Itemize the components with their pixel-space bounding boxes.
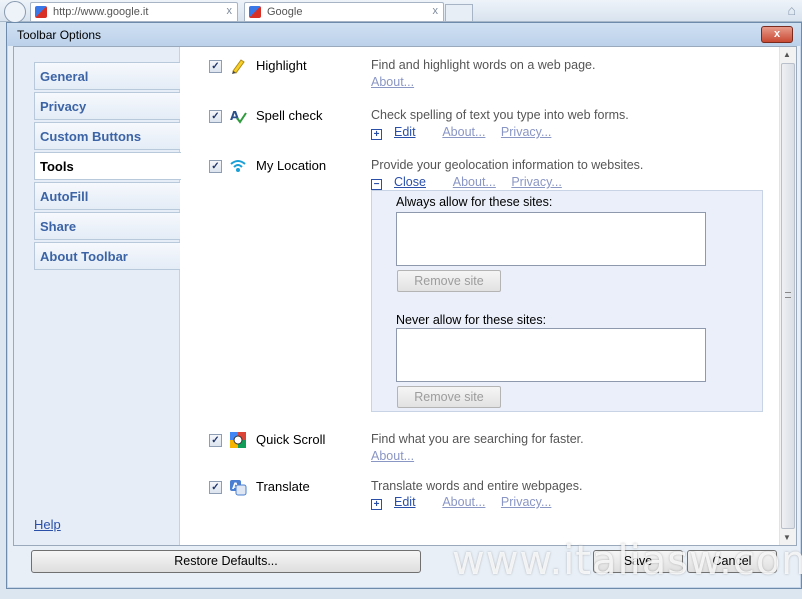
tools-content: ✓ Highlight Find and highlight words on …: [181, 47, 781, 545]
sidebar-item-privacy[interactable]: Privacy: [34, 92, 180, 120]
tool-name: Translate: [256, 479, 310, 494]
about-link[interactable]: About...: [371, 75, 414, 89]
tool-name: My Location: [256, 158, 327, 173]
sidebar-item-share[interactable]: Share: [34, 212, 180, 240]
help-link[interactable]: Help: [34, 517, 61, 532]
browser-tab-strip: http://www.google.it x Google x ⌂: [0, 0, 802, 23]
vertical-scrollbar[interactable]: ▲ ▼: [779, 47, 796, 545]
close-tab-icon[interactable]: x: [433, 5, 439, 17]
sidebar-item-about-toolbar[interactable]: About Toolbar: [34, 242, 180, 270]
home-icon[interactable]: ⌂: [788, 2, 796, 18]
browser-tab-1[interactable]: http://www.google.it x: [30, 2, 238, 22]
tool-links: About...: [371, 449, 426, 463]
location-settings-panel: Always allow for these sites: Remove sit…: [371, 190, 763, 412]
about-link[interactable]: About...: [442, 495, 485, 509]
tool-description: Check spelling of text you type into web…: [371, 108, 629, 122]
edit-link[interactable]: + Edit: [371, 495, 428, 510]
privacy-link[interactable]: Privacy...: [501, 495, 551, 509]
restore-defaults-button[interactable]: Restore Defaults...: [31, 550, 421, 573]
scrollbar-grip-icon: [785, 292, 791, 298]
tool-name: Quick Scroll: [256, 432, 326, 447]
tool-description: Provide your geolocation information to …: [371, 158, 644, 172]
google-favicon-icon: [35, 6, 47, 18]
toolbar-options-dialog: Toolbar Options x General Privacy Custom…: [6, 22, 802, 589]
never-allow-label: Never allow for these sites:: [396, 313, 547, 327]
translate-icon: A: [230, 480, 247, 496]
tool-links: About...: [371, 75, 426, 89]
remove-site-button[interactable]: Remove site: [397, 386, 501, 408]
browser-tab-label: http://www.google.it: [53, 6, 149, 18]
tool-links: − Close About... Privacy...: [371, 175, 574, 190]
close-tab-icon[interactable]: x: [227, 5, 233, 17]
expand-icon: +: [371, 499, 382, 510]
expand-icon: +: [371, 129, 382, 140]
dialog-title: Toolbar Options: [17, 28, 102, 42]
about-link[interactable]: About...: [371, 449, 414, 463]
dialog-titlebar: Toolbar Options x: [7, 23, 801, 46]
spell-check-checkbox[interactable]: ✓: [209, 110, 222, 123]
highlight-checkbox[interactable]: ✓: [209, 60, 222, 73]
google-favicon-icon: [249, 6, 261, 18]
options-sidebar: General Privacy Custom Buttons Tools Aut…: [14, 47, 181, 545]
wifi-location-icon: [230, 160, 246, 172]
tool-links: + Edit About... Privacy...: [371, 125, 563, 140]
always-allow-label: Always allow for these sites:: [396, 195, 553, 209]
tool-description: Find and highlight words on a web page.: [371, 58, 596, 72]
tool-name: Highlight: [256, 58, 307, 73]
browser-tab-2[interactable]: Google x: [244, 2, 444, 22]
my-location-checkbox[interactable]: ✓: [209, 160, 222, 173]
close-link[interactable]: − Close: [371, 175, 438, 190]
new-tab-button[interactable]: [445, 4, 473, 22]
scroll-up-icon[interactable]: ▲: [783, 50, 791, 59]
sidebar-item-tools[interactable]: Tools: [34, 152, 181, 180]
tool-name: Spell check: [256, 108, 323, 123]
spellcheck-icon: A: [230, 109, 247, 124]
remove-site-button[interactable]: Remove site: [397, 270, 501, 292]
quick-scroll-icon: [230, 432, 246, 448]
watermark: www.italiasw.com: [452, 538, 802, 584]
tool-description: Translate words and entire webpages.: [371, 479, 583, 493]
tool-description: Find what you are searching for faster.: [371, 432, 584, 446]
browser-tab-label: Google: [267, 6, 303, 18]
privacy-link[interactable]: Privacy...: [501, 125, 551, 139]
back-button[interactable]: [4, 1, 26, 23]
scrollbar-thumb[interactable]: [781, 63, 795, 529]
always-allow-list[interactable]: [396, 212, 706, 266]
dialog-close-button[interactable]: x: [761, 26, 793, 43]
highlighter-icon: [232, 59, 245, 74]
sidebar-item-custom-buttons[interactable]: Custom Buttons: [34, 122, 180, 150]
privacy-link[interactable]: Privacy...: [511, 175, 561, 189]
collapse-icon: −: [371, 179, 382, 190]
sidebar-item-general[interactable]: General: [34, 62, 180, 90]
options-panel: General Privacy Custom Buttons Tools Aut…: [13, 46, 797, 546]
sidebar-item-autofill[interactable]: AutoFill: [34, 182, 180, 210]
translate-checkbox[interactable]: ✓: [209, 481, 222, 494]
quick-scroll-checkbox[interactable]: ✓: [209, 434, 222, 447]
tool-links: + Edit About... Privacy...: [371, 495, 563, 510]
about-link[interactable]: About...: [442, 125, 485, 139]
edit-link[interactable]: + Edit: [371, 125, 428, 140]
about-link[interactable]: About...: [453, 175, 496, 189]
never-allow-list[interactable]: [396, 328, 706, 382]
